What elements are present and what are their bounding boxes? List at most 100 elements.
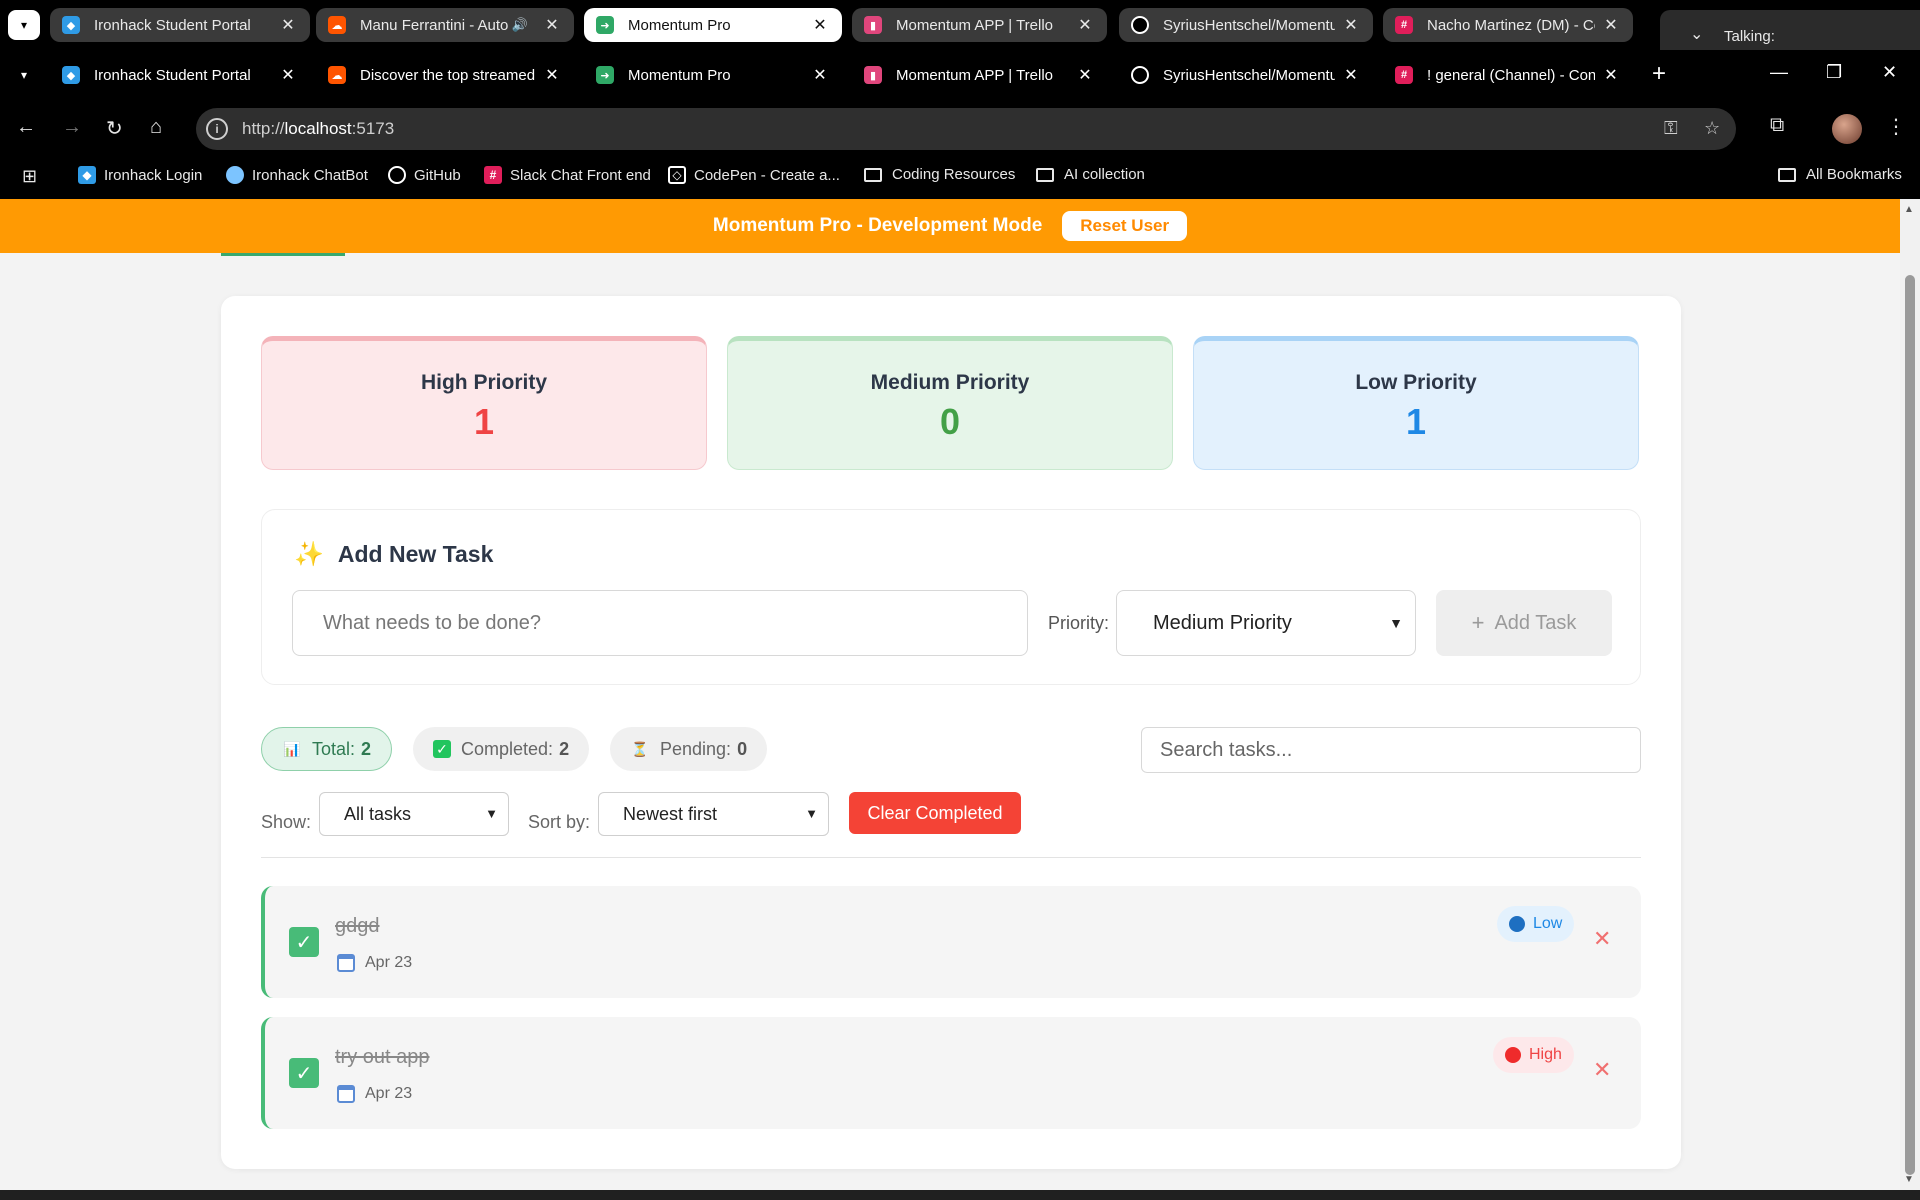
tab-title: SyriusHentschel/Momentu (1163, 66, 1335, 84)
new-tab-icon[interactable]: + (1652, 62, 1666, 86)
task-title[interactable]: try out app (335, 1046, 430, 1069)
bookmark-github[interactable]: GitHub (388, 166, 461, 184)
close-tab-icon[interactable]: ✕ (1601, 15, 1621, 35)
delete-task-icon[interactable]: ✕ (1593, 1057, 1611, 1083)
close-tab-icon[interactable]: ✕ (1601, 65, 1621, 85)
tab-soundcloud[interactable]: ☁ Manu Ferrantini - Auto 🔊 ✕ (316, 8, 574, 42)
bookmark-label: Ironhack ChatBot (252, 166, 368, 184)
close-tab-icon[interactable]: ✕ (542, 15, 562, 35)
url-text[interactable]: http://localhost:5173 (242, 119, 394, 139)
close-tab-icon[interactable]: ✕ (1075, 15, 1095, 35)
bookmark-slack-chat[interactable]: # Slack Chat Front end (484, 166, 651, 184)
apps-grid-icon[interactable]: ⊞ (22, 166, 37, 187)
reset-user-button[interactable]: Reset User (1062, 211, 1188, 241)
bookmark-ironhack-login[interactable]: ◆ Ironhack Login (78, 166, 202, 184)
ironhack-icon: ◆ (62, 16, 80, 34)
delete-task-icon[interactable]: ✕ (1593, 926, 1611, 952)
priority-select[interactable]: Medium Priority ▼ (1116, 590, 1416, 656)
close-tab-icon[interactable]: ✕ (542, 65, 562, 85)
forward-icon[interactable]: → (62, 116, 82, 139)
tab-search-menu-button[interactable]: ▾ (8, 10, 40, 40)
tab-github[interactable]: SyriusHentschel/Momentu ✕ (1119, 8, 1373, 42)
pending-filter-pill[interactable]: ⏳ Pending: 0 (610, 727, 768, 771)
restore-icon[interactable]: ❐ (1826, 62, 1842, 83)
bookmark-label: Ironhack Login (104, 166, 203, 184)
scroll-up-icon[interactable]: ▲ (1904, 204, 1914, 215)
tab-ironhack-portal[interactable]: ◆ Ironhack Student Portal ✕ (50, 58, 310, 92)
bookmark-label: CodePen - Create a... (694, 166, 840, 184)
back-icon[interactable]: ← (16, 116, 36, 139)
tab-title: Ironhack Student Portal (94, 16, 251, 34)
task-checkbox[interactable]: ✓ (289, 1058, 319, 1088)
show-filter-select[interactable]: All tasks ▼ (319, 792, 509, 836)
tab-github[interactable]: SyriusHentschel/Momentu ✕ (1119, 58, 1373, 92)
close-tab-icon[interactable]: ✕ (278, 15, 298, 35)
total-filter-pill[interactable]: 📊 Total: 2 (261, 727, 393, 771)
browser-menu-icon[interactable]: ⋮ (1886, 114, 1906, 139)
stat-label: Medium Priority (870, 371, 1030, 394)
pill-label: Completed: (461, 738, 554, 759)
sort-select[interactable]: Newest first ▼ (598, 792, 829, 836)
dev-mode-title: Momentum Pro - Development Mode (712, 215, 1043, 236)
home-icon[interactable]: ⌂ (150, 116, 162, 139)
task-card: High Priority 1 Medium Priority 0 Low Pr… (221, 296, 1681, 1169)
check-box-icon: ✓ (433, 740, 451, 758)
folder-icon (1778, 167, 1796, 182)
sparkles-icon: ✨ (294, 541, 324, 568)
priority-label: Priority: (1048, 613, 1110, 633)
bookmark-folder-coding-resources[interactable]: Coding Resources (864, 166, 1015, 183)
search-tasks-input[interactable] (1141, 727, 1641, 773)
priority-badge: High (1493, 1037, 1574, 1073)
active-nav-underline (221, 253, 345, 256)
tab-search-menu-button[interactable]: ▾ (8, 60, 40, 90)
minimize-icon[interactable]: — (1770, 62, 1788, 83)
close-window-icon[interactable]: ✕ (1882, 62, 1897, 83)
tab-trello[interactable]: ▮ Momentum APP | Trello ✕ (852, 8, 1107, 42)
reload-icon[interactable]: ↻ (106, 116, 123, 141)
tab-title: Manu Ferrantini - Auto (360, 16, 509, 34)
tab-momentum-pro[interactable]: ➜ Momentum Pro ✕ (584, 8, 842, 42)
close-tab-icon[interactable]: ✕ (810, 65, 830, 85)
tab-ironhack-portal[interactable]: ◆ Ironhack Student Portal ✕ (50, 8, 310, 42)
task-title[interactable]: gdgd (335, 915, 380, 938)
close-tab-icon[interactable]: ✕ (278, 65, 298, 85)
address-bar[interactable]: i http://localhost:5173 ⚿ ☆ (196, 108, 1736, 150)
extensions-icon[interactable]: ⧉ (1770, 114, 1784, 137)
new-task-input[interactable] (292, 590, 1028, 656)
tab-trello[interactable]: ▮ Momentum APP | Trello ✕ (852, 58, 1107, 92)
speaker-icon[interactable]: 🔊 (512, 17, 528, 33)
add-task-button[interactable]: + Add Task (1436, 590, 1612, 656)
task-checkbox[interactable]: ✓ (289, 927, 319, 957)
stat-label: Low Priority (1355, 371, 1477, 394)
tab-slack-dm[interactable]: # Nacho Martinez (DM) - Co ✕ (1383, 8, 1633, 42)
stat-count: 1 (473, 401, 495, 442)
site-info-icon[interactable]: i (206, 118, 228, 140)
tab-momentum-pro[interactable]: ➜ Momentum Pro ✕ (584, 58, 842, 92)
profile-avatar[interactable] (1832, 114, 1862, 144)
talking-label: Talking: (1724, 28, 1775, 45)
codepen-icon: ◇ (668, 166, 686, 184)
bookmark-folder-ai-collection[interactable]: AI collection (1036, 166, 1145, 183)
tab-title: Discover the top streamed (360, 66, 536, 84)
all-bookmarks[interactable]: All Bookmarks (1778, 166, 1902, 183)
tab-soundcloud[interactable]: ☁ Discover the top streamed ✕ (316, 58, 574, 92)
tab-title: Momentum Pro (628, 16, 731, 34)
password-key-icon[interactable]: ⚿ (1664, 118, 1678, 139)
close-tab-icon[interactable]: ✕ (1341, 65, 1361, 85)
bookmark-star-icon[interactable]: ☆ (1704, 118, 1720, 139)
scrollbar-thumb[interactable] (1905, 275, 1915, 1175)
scroll-down-icon[interactable]: ▼ (1904, 1174, 1914, 1185)
tab-slack-channel[interactable]: # ! general (Channel) - Cons ✕ (1383, 58, 1633, 92)
completed-filter-pill[interactable]: ✓ Completed: 2 (413, 727, 590, 771)
bookmark-codepen[interactable]: ◇ CodePen - Create a... (668, 166, 840, 184)
plus-icon: + (1471, 610, 1485, 635)
close-tab-icon[interactable]: ✕ (1341, 15, 1361, 35)
talking-indicator[interactable]: ⌄ Talking: (1660, 10, 1920, 50)
clear-completed-button[interactable]: Clear Completed (849, 792, 1021, 834)
close-tab-icon[interactable]: ✕ (1075, 65, 1095, 85)
close-tab-icon[interactable]: ✕ (810, 15, 830, 35)
slack-icon: # (1395, 16, 1413, 34)
tab-title: Nacho Martinez (DM) - Co (1427, 16, 1595, 34)
bar-chart-icon: 📊 (283, 740, 301, 757)
bookmark-ironhack-chatbot[interactable]: Ironhack ChatBot (226, 166, 368, 184)
